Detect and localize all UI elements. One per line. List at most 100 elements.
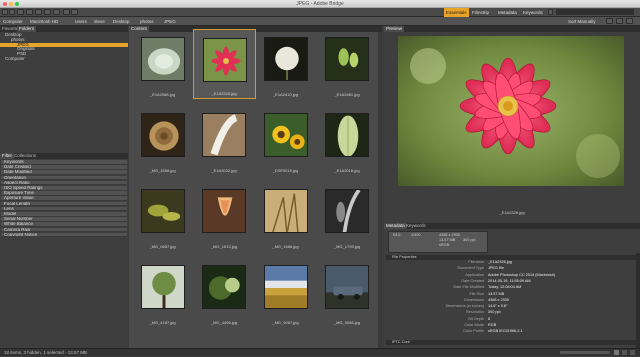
filter-row[interactable]: Camera Raw (1, 227, 127, 233)
folder-computer[interactable]: Computer (5, 56, 25, 62)
breadcrumb-steve[interactable]: steve (94, 17, 105, 26)
workspace-essentials[interactable]: Essentials (444, 8, 469, 17)
metadata-value[interactable]: 14.6" x 9.8" (488, 304, 628, 309)
filter-row[interactable]: Serial Number (1, 217, 127, 222)
breadcrumb-photos[interactable]: photos (140, 17, 154, 26)
thumbnail-cell[interactable]: _MG_1612.jpg (193, 181, 256, 251)
thumbnail-image[interactable] (263, 37, 308, 81)
details-view-icon[interactable] (630, 350, 635, 355)
filter-row[interactable]: Aperture Value (1, 196, 127, 201)
back-icon[interactable] (2, 9, 8, 15)
refine-icon[interactable] (44, 9, 51, 15)
breadcrumb-users[interactable]: Users (75, 17, 87, 26)
breadcrumb-macintosh-hd[interactable]: Macintosh HD (30, 17, 58, 26)
filter-row[interactable]: Model (1, 212, 127, 217)
thumbnail-image[interactable] (140, 265, 185, 309)
thumbnail-cell[interactable]: _DSF0019.jpg (254, 105, 317, 175)
filter-row[interactable]: Date Created (1, 165, 127, 170)
thumbnail-image[interactable] (202, 113, 246, 157)
thumbnail-cell[interactable]: _E1A2016.jpg (316, 105, 379, 175)
metadata-key: File Size (469, 291, 484, 296)
filter-row[interactable]: Focal Length (1, 201, 127, 207)
open-in-camera-raw-icon[interactable] (53, 9, 60, 15)
section-iptc-core[interactable]: IPTC Core (386, 340, 638, 345)
metadata-value[interactable]: 300 ppi (488, 310, 628, 315)
filter-row[interactable]: Orientation (1, 175, 127, 181)
metadata-value[interactable]: Adobe Photoshop CC 2014 (Macintosh) (488, 273, 628, 278)
tab-collections[interactable]: Collections (12, 153, 38, 159)
thumbnail-cell[interactable]: _MG_0657.jpg (131, 181, 194, 251)
section-file-properties[interactable]: File Properties (386, 255, 638, 260)
new-folder-icon[interactable] (616, 18, 623, 24)
thumbnail-image[interactable] (203, 38, 247, 82)
thumbnail-image[interactable] (325, 37, 369, 81)
workspace-filmstrip[interactable]: Filmstrip (472, 8, 489, 17)
thumbnail-cell[interactable]: _E1A2481.jpg (316, 29, 379, 99)
metadata-value[interactable]: 8 (488, 317, 628, 322)
thumbnail-image[interactable] (325, 189, 369, 233)
filter-row[interactable]: Exposure Time (1, 191, 127, 196)
search-input[interactable] (556, 9, 634, 15)
workspace-menu-icon[interactable] (548, 9, 553, 15)
breadcrumb-jpeg[interactable]: JPEG (164, 17, 176, 26)
content-scrollbar[interactable] (378, 32, 382, 348)
preview-image[interactable] (398, 36, 624, 186)
filter-row[interactable]: Keywords (1, 160, 127, 165)
thumbnail-image[interactable] (263, 113, 308, 157)
metadata-value[interactable]: Today, 12:08:04 AM (488, 285, 628, 290)
thumbnail-cell[interactable]: _MG_1666.jpg (254, 181, 317, 251)
metadata-value[interactable]: 2014-05-19, 11:55:09 AM (488, 279, 628, 284)
thumbnail-image[interactable] (325, 113, 369, 157)
filter-row[interactable]: Aspect Ratio (1, 180, 127, 186)
metadata-row: Resolution 300 ppi (384, 310, 632, 315)
filter-row[interactable]: ISO Speed Ratings (1, 186, 127, 191)
rotate-right-icon[interactable] (71, 9, 78, 15)
thumbnail-cell[interactable]: _MG_1558.jpg (131, 105, 194, 175)
thumbnail-cell[interactable]: _MG_9067.jpg (254, 257, 317, 327)
forward-icon[interactable] (9, 9, 15, 15)
tab-preview[interactable]: Preview (384, 26, 405, 32)
return-to-photoshop-icon[interactable] (26, 9, 33, 15)
metadata-scrollbar[interactable] (636, 253, 640, 348)
breadcrumb-desktop[interactable]: Desktop (113, 17, 130, 26)
thumbnail-cell[interactable]: _E1A2410.jpg (254, 29, 317, 99)
recent-folders-icon[interactable] (17, 9, 24, 15)
thumbnail-image[interactable] (140, 189, 185, 233)
metadata-value[interactable]: 4368 x 2935 (488, 298, 628, 303)
metadata-value[interactable]: RGB (488, 323, 628, 328)
thumbnail-cell[interactable]: _MG_9086.jpg (316, 257, 379, 327)
filter-row[interactable]: White Balance (1, 222, 127, 227)
camera-icon[interactable] (35, 9, 42, 15)
metadata-value[interactable]: sRGB IEC61966-2.1 (488, 329, 628, 334)
workspace-keywords[interactable]: Keywords (523, 8, 543, 17)
breadcrumb-computer[interactable]: Computer (3, 17, 23, 26)
workspace-metadata[interactable]: Metadata (498, 8, 517, 17)
thumbnail-cell[interactable]: _MG_4187.jpg (131, 257, 194, 327)
metadata-value[interactable]: JPEG file (488, 266, 628, 271)
sort-dropdown[interactable]: Sort Manually (568, 17, 596, 26)
list-view-icon[interactable] (622, 350, 627, 355)
thumbnail-cell[interactable]: _E1A2326.jpg (192, 29, 256, 99)
metadata-value[interactable]: 13.57 MB (488, 292, 628, 297)
thumbnail-image[interactable] (202, 265, 246, 309)
thumbnail-image[interactable] (202, 189, 246, 233)
delete-icon[interactable] (626, 18, 633, 24)
thumbnail-image[interactable] (325, 265, 369, 309)
thumbnail-image[interactable] (140, 113, 185, 157)
thumbnail-image[interactable] (140, 37, 185, 81)
thumbnail-cell[interactable]: _E1A2032.jpg (193, 105, 256, 175)
filter-row[interactable]: Copyright Notice (1, 232, 127, 238)
filter-row[interactable]: Date Modified (1, 170, 127, 175)
thumbnail-size-slider[interactable] (560, 351, 610, 354)
rating-filter-icon[interactable] (606, 18, 613, 24)
grid-view-icon[interactable] (614, 350, 619, 355)
thumbnail-image[interactable] (263, 189, 308, 233)
thumbnail-image[interactable] (263, 265, 308, 309)
rotate-left-icon[interactable] (63, 9, 70, 15)
metadata-value[interactable]: _E1A2326.jpg (488, 260, 628, 265)
tab-keywords[interactable]: Keywords (404, 223, 428, 229)
thumbnail-cell[interactable]: _MG_1709.jpg (316, 181, 379, 251)
thumbnail-cell[interactable]: _E1A2068.jpg (131, 29, 194, 99)
filter-row[interactable]: Lens (1, 206, 127, 212)
thumbnail-cell[interactable]: _MG_4496.jpg (193, 257, 256, 327)
